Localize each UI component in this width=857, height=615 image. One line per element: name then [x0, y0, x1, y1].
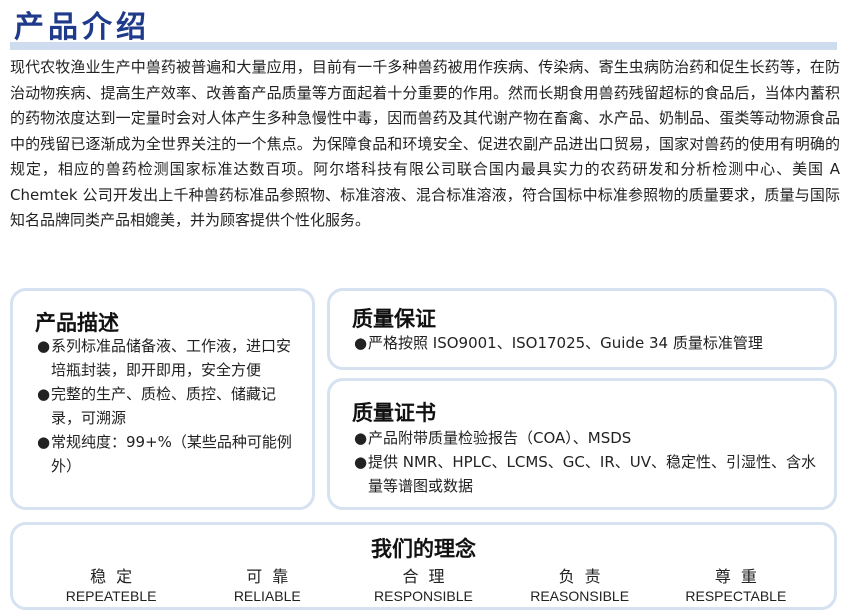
title-divider: [10, 42, 837, 50]
value-cn: 尊重: [714, 567, 767, 586]
bullet-icon: ●: [354, 453, 368, 471]
intro-paragraph: 现代农牧渔业生产中兽药被普遍和大量应用，目前有一千多种兽药被用作疾病、传染病、寄…: [10, 58, 840, 229]
product-description-card: 产品描述 ● 系列标准品储备液、工作液，进口安培瓶封装，即开即用，安全方便 ● …: [10, 288, 315, 510]
value-en: RESPONSIBLE: [374, 588, 473, 604]
quality-assurance-heading: 质量保证: [352, 307, 436, 331]
value-en: RELIABLE: [233, 588, 301, 604]
product-description-heading: 产品描述: [35, 311, 119, 335]
quality-assurance-card: 质量保证 ● 严格按照 ISO9001、ISO17025、Guide 34 质量…: [327, 288, 837, 370]
list-item: ● 完整的生产、质检、质控、储藏记录，可溯源: [35, 382, 297, 430]
list-item-text: 提供 NMR、HPLC、LCMS、GC、IR、UV、稳定性、引湿性、含水量等谱图…: [368, 453, 816, 495]
quality-certificate-card: 质量证书 ● 产品附带质量检验报告（COA）、MSDS ● 提供 NMR、HPL…: [327, 378, 837, 510]
value-en: REPEATEBLE: [65, 588, 157, 604]
value-item-reliable: 可靠 RELIABLE: [192, 567, 342, 605]
list-item: ● 严格按照 ISO9001、ISO17025、Guide 34 质量标准管理: [352, 331, 822, 355]
bullet-icon: ●: [37, 337, 51, 355]
list-item-text: 常规纯度：99+%（某些品种可能例外）: [51, 433, 292, 475]
bullet-icon: ●: [354, 429, 368, 447]
list-item-text: 完整的生产、质检、质控、储藏记录，可溯源: [51, 385, 277, 427]
value-item-responsible: 负责 REASONSIBLE: [505, 567, 655, 605]
value-cn: 负责: [558, 567, 611, 586]
list-item: ● 产品附带质量检验报告（COA）、MSDS: [352, 426, 822, 450]
bullet-icon: ●: [354, 334, 368, 352]
value-cn: 稳定: [90, 567, 143, 586]
quality-certificate-heading: 质量证书: [352, 401, 436, 425]
bullet-icon: ●: [37, 385, 51, 403]
value-item-respect: 尊重 RESPECTABLE: [661, 567, 811, 605]
list-item: ● 系列标准品储备液、工作液，进口安培瓶封装，即开即用，安全方便: [35, 334, 297, 382]
value-en: REASONSIBLE: [530, 588, 630, 604]
quality-certificate-list: ● 产品附带质量检验报告（COA）、MSDS ● 提供 NMR、HPLC、LCM…: [352, 426, 822, 498]
bullet-icon: ●: [37, 433, 51, 451]
page-title: 产品介绍: [14, 10, 150, 45]
philosophy-heading: 我们的理念: [371, 537, 476, 561]
philosophy-card: 我们的理念 稳定 REPEATEBLE 可靠 RELIABLE 合理 RESPO…: [10, 522, 837, 610]
value-item-stable: 稳定 REPEATEBLE: [36, 567, 186, 605]
list-item: ● 常规纯度：99+%（某些品种可能例外）: [35, 430, 297, 478]
list-item: ● 提供 NMR、HPLC、LCMS、GC、IR、UV、稳定性、引湿性、含水量等…: [352, 450, 822, 498]
list-item-text: 严格按照 ISO9001、ISO17025、Guide 34 质量标准管理: [368, 334, 763, 352]
value-item-reasonable: 合理 RESPONSIBLE: [348, 567, 498, 605]
list-item-text: 系列标准品储备液、工作液，进口安培瓶封装，即开即用，安全方便: [51, 337, 292, 379]
philosophy-values: 稳定 REPEATEBLE 可靠 RELIABLE 合理 RESPONSIBLE…: [13, 567, 834, 605]
list-item-text: 产品附带质量检验报告（COA）、MSDS: [368, 429, 632, 447]
product-description-list: ● 系列标准品储备液、工作液，进口安培瓶封装，即开即用，安全方便 ● 完整的生产…: [35, 334, 297, 478]
value-cn: 可靠: [246, 567, 299, 586]
quality-assurance-list: ● 严格按照 ISO9001、ISO17025、Guide 34 质量标准管理: [352, 331, 822, 355]
value-en: RESPECTABLE: [685, 588, 787, 604]
value-cn: 合理: [402, 567, 455, 586]
